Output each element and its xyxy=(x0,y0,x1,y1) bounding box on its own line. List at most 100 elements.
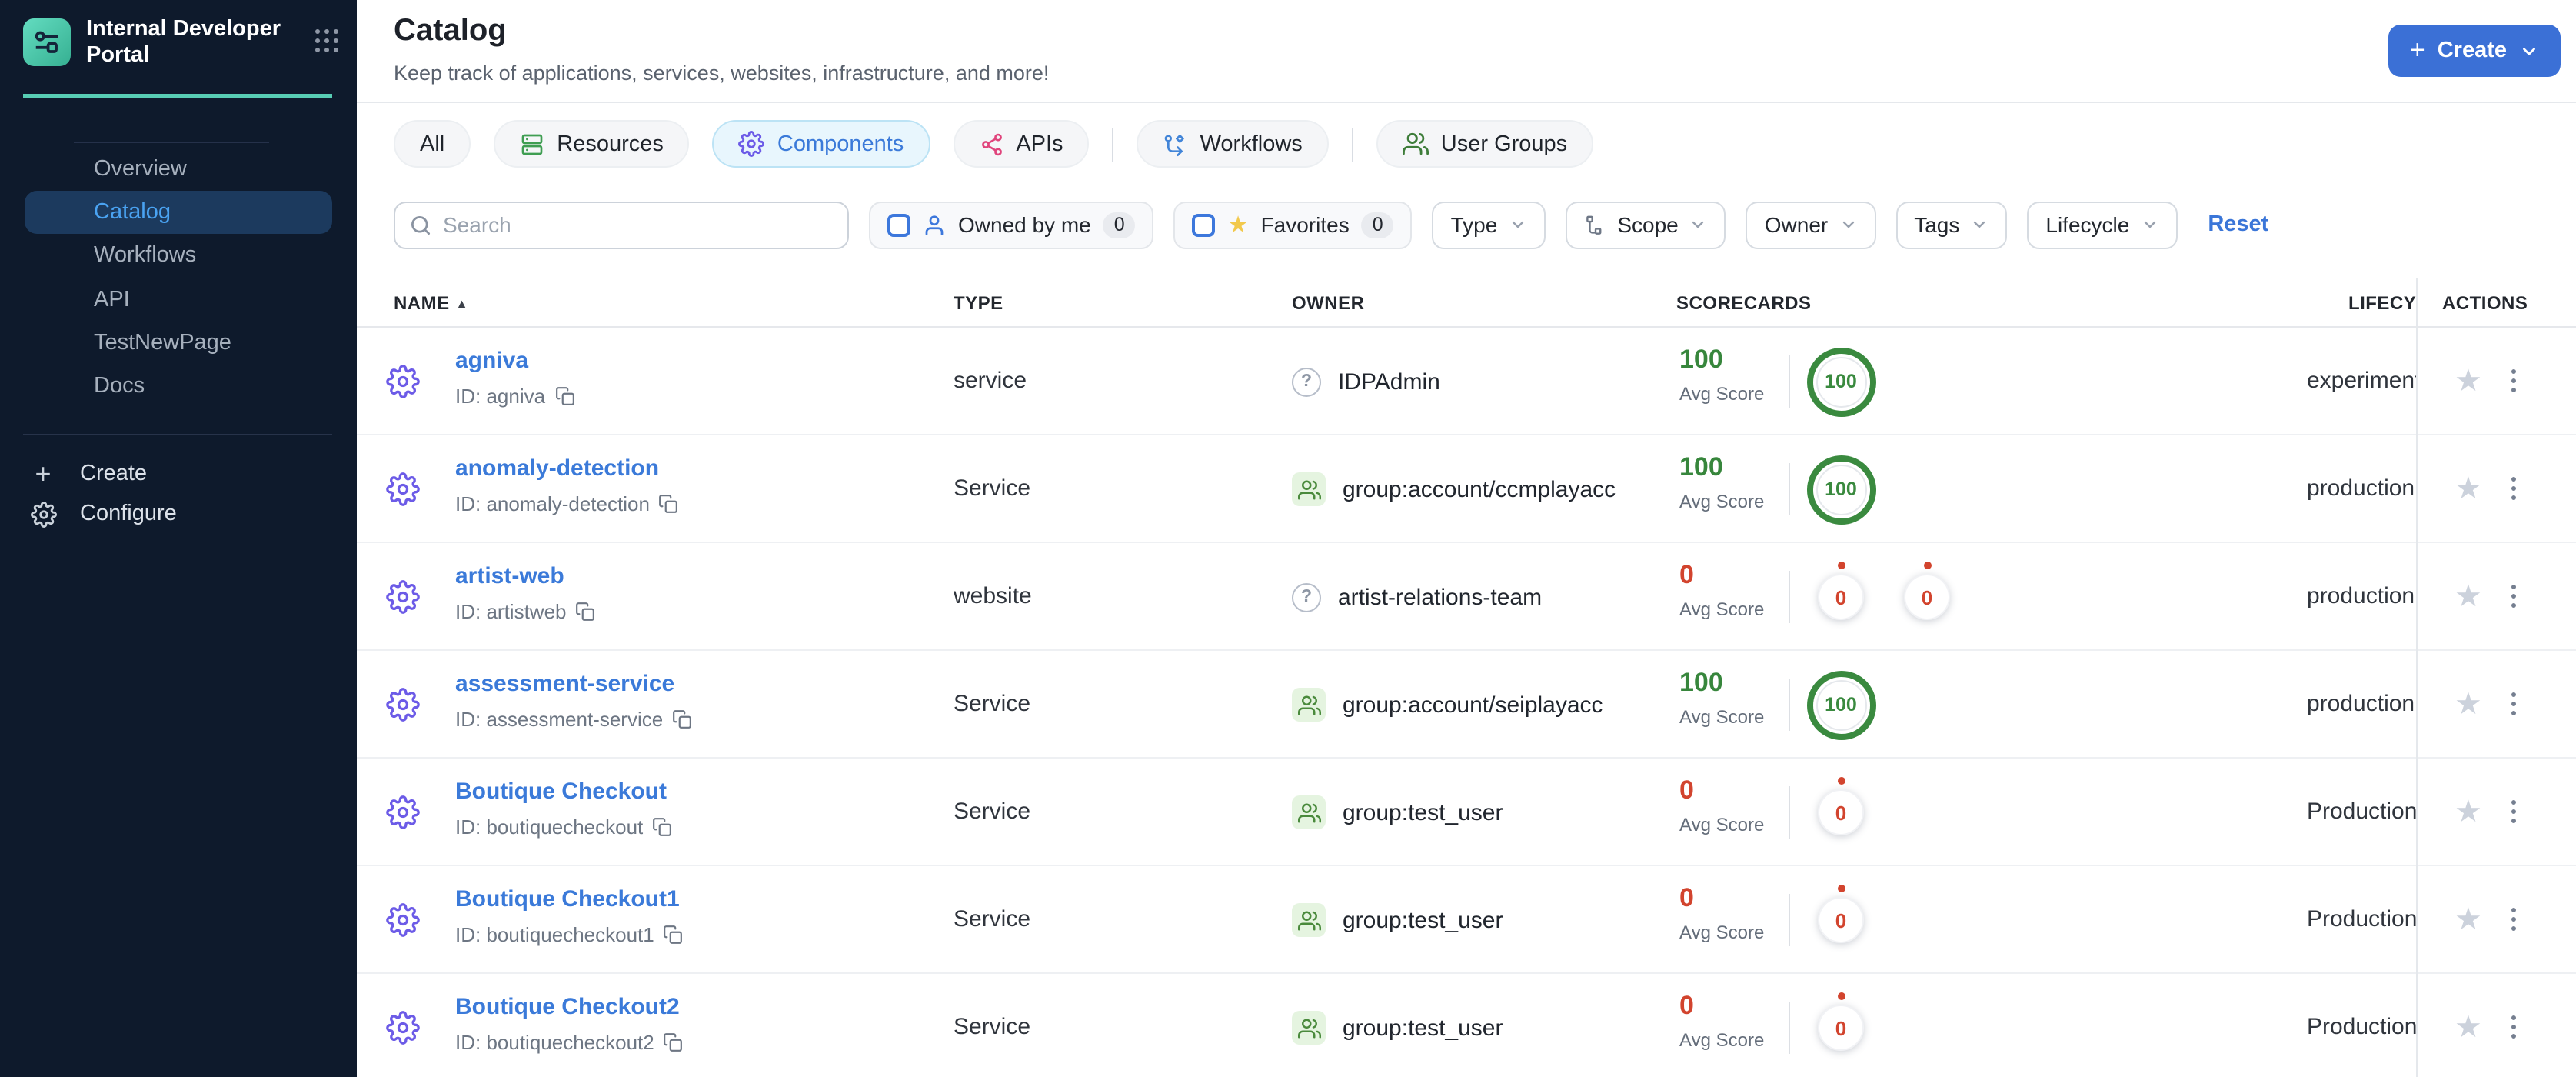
sidebar-item-testnewpage[interactable]: TestNewPage xyxy=(25,322,332,365)
entity-name-link[interactable]: assessment-service xyxy=(455,671,674,697)
app-logo[interactable] xyxy=(23,18,71,66)
entity-name-link[interactable]: artist-web xyxy=(455,563,564,589)
tab-apis[interactable]: APIs xyxy=(953,120,1090,168)
copy-icon[interactable] xyxy=(664,1032,684,1052)
app-title: Internal Developer Portal xyxy=(86,17,281,68)
entity-id: ID: boutiquecheckout xyxy=(455,815,672,839)
kebab-menu-icon[interactable] xyxy=(2505,1009,2523,1045)
score-ring-zero: 0 xyxy=(1818,777,1864,835)
filter-dropdown-owner[interactable]: Owner xyxy=(1746,201,1876,248)
entity-id-label: ID: artistweb xyxy=(455,600,567,623)
entity-id: ID: artistweb xyxy=(455,600,596,623)
component-gear-icon xyxy=(386,580,420,614)
sidebar-create-button[interactable]: + Create xyxy=(0,454,357,494)
owner-label: IDPAdmin xyxy=(1338,368,1440,395)
tab-resources[interactable]: Resources xyxy=(494,120,690,168)
filter-dropdown-lifecycle[interactable]: Lifecycle xyxy=(2027,201,2178,248)
scorecard-gauge[interactable]: 0 xyxy=(1806,885,1876,943)
favorites-filter[interactable]: ★ Favorites 0 xyxy=(1173,201,1413,248)
entity-name-link[interactable]: anomaly-detection xyxy=(455,455,659,482)
sidebar-configure-button[interactable]: Configure xyxy=(0,494,357,534)
table-row[interactable]: anomaly-detection ID: anomaly-detection Se… xyxy=(357,435,2576,543)
entity-name-link[interactable]: Boutique Checkout xyxy=(455,779,667,805)
sidebar-item-api[interactable]: API xyxy=(25,278,332,321)
copy-icon[interactable] xyxy=(652,817,672,837)
favorite-star-icon[interactable]: ★ xyxy=(2455,796,2482,827)
sidebar-item-label: Workflows xyxy=(94,243,197,268)
table-row[interactable]: Boutique Checkout ID: boutiquecheckout Ser… xyxy=(357,759,2576,866)
kebab-menu-icon[interactable] xyxy=(2505,686,2523,722)
entity-id-label: ID: assessment-service xyxy=(455,708,664,731)
owned-by-me-checkbox[interactable] xyxy=(887,213,910,236)
sidebar-item-docs[interactable]: Docs xyxy=(25,365,332,408)
entity-id: ID: agniva xyxy=(455,385,574,408)
owner-label: group:account/ccmplayacc xyxy=(1343,476,1616,502)
tab-workflows[interactable]: Workflows xyxy=(1137,120,1329,168)
sidebar-item-label: API xyxy=(94,287,130,312)
copy-icon[interactable] xyxy=(554,386,574,406)
entity-type: Service xyxy=(954,906,1031,932)
column-header-owner: OWNER xyxy=(1292,292,1365,314)
score-ring-value: 100 xyxy=(1816,679,1866,730)
tab-all[interactable]: All xyxy=(394,120,471,168)
sidebar-divider-top xyxy=(74,142,269,143)
tab-divider xyxy=(1112,127,1114,161)
kebab-menu-icon[interactable] xyxy=(2505,794,2523,830)
tab-user-groups[interactable]: User Groups xyxy=(1376,120,1594,168)
tab-components[interactable]: Components xyxy=(712,120,930,168)
main-content: Catalog Keep track of applications, serv… xyxy=(357,0,2576,1077)
copy-icon[interactable] xyxy=(576,602,596,622)
sidebar-item-overview[interactable]: Overview xyxy=(25,148,332,191)
scorecard-gauge[interactable]: 100 xyxy=(1806,670,1876,739)
entity-owner: group:test_user xyxy=(1292,974,1503,1077)
favorite-star-icon[interactable]: ★ xyxy=(2455,904,2482,935)
favorite-star-icon[interactable]: ★ xyxy=(2455,689,2482,719)
scorecard-gauge[interactable]: 0 xyxy=(1806,992,1876,1051)
search-input[interactable] xyxy=(443,212,834,237)
copy-icon[interactable] xyxy=(664,925,684,945)
filter-dropdown-tags[interactable]: Tags xyxy=(1895,201,2008,248)
scorecard-gauge[interactable]: 0 xyxy=(1806,777,1876,835)
filter-dropdown-type[interactable]: Type xyxy=(1432,201,1546,248)
entity-name-link[interactable]: agniva xyxy=(455,348,528,374)
table-row[interactable]: Boutique Checkout2 ID: boutiquecheckout2 S… xyxy=(357,974,2576,1077)
scorecard-divider xyxy=(1789,894,1790,946)
reset-filters-button[interactable]: Reset xyxy=(2208,212,2268,237)
copy-icon[interactable] xyxy=(659,494,679,514)
table-row[interactable]: Boutique Checkout1 ID: boutiquecheckout1 S… xyxy=(357,866,2576,974)
scorecard-gauge[interactable]: 100 xyxy=(1806,347,1876,416)
kebab-menu-icon[interactable] xyxy=(2505,902,2523,938)
column-header-name[interactable]: NAME ▲ xyxy=(394,292,468,314)
favorite-star-icon[interactable]: ★ xyxy=(2455,473,2482,504)
table-header: NAME ▲ TYPE OWNER SCORECARDS LIFECYCLE xyxy=(357,278,2576,328)
plus-icon: + xyxy=(35,458,52,489)
favorites-checkbox[interactable] xyxy=(1192,213,1216,236)
kebab-menu-icon[interactable] xyxy=(2505,471,2523,507)
page-title: Catalog xyxy=(394,14,507,48)
entity-name-link[interactable]: Boutique Checkout1 xyxy=(455,886,680,912)
favorite-star-icon[interactable]: ★ xyxy=(2455,365,2482,396)
owned-by-me-filter[interactable]: Owned by me 0 xyxy=(869,201,1154,248)
favorite-star-icon[interactable]: ★ xyxy=(2455,1012,2482,1042)
avg-score-label: Avg Score xyxy=(1679,1029,1765,1051)
column-header-type: TYPE xyxy=(954,292,1003,314)
entity-type: service xyxy=(954,368,1027,394)
table-row[interactable]: artist-web ID: artistweb website? artist-re… xyxy=(357,543,2576,651)
kebab-menu-icon[interactable] xyxy=(2505,579,2523,615)
create-button[interactable]: + Create xyxy=(2388,25,2561,77)
copy-icon[interactable] xyxy=(672,709,692,729)
dropdown-label: Tags xyxy=(1914,212,1960,237)
table-row[interactable]: agniva ID: agniva service? IDPAdmin 100 Avg S… xyxy=(357,328,2576,435)
sidebar-item-catalog[interactable]: Catalog xyxy=(25,191,332,235)
filter-dropdown-scope[interactable]: Scope xyxy=(1565,201,1726,248)
entity-type: website xyxy=(954,583,1032,609)
apps-grid-icon[interactable] xyxy=(315,29,338,53)
kebab-menu-icon[interactable] xyxy=(2505,363,2523,399)
favorite-star-icon[interactable]: ★ xyxy=(2455,581,2482,612)
entity-name-link[interactable]: Boutique Checkout2 xyxy=(455,994,680,1020)
sidebar-item-workflows[interactable]: Workflows xyxy=(25,235,332,278)
scorecard-gauge[interactable]: 0 xyxy=(1806,562,1876,620)
table-row[interactable]: assessment-service ID: assessment-service… xyxy=(357,651,2576,759)
scorecard-gauge[interactable]: 0 xyxy=(1892,562,1962,620)
scorecard-gauge[interactable]: 100 xyxy=(1806,455,1876,524)
